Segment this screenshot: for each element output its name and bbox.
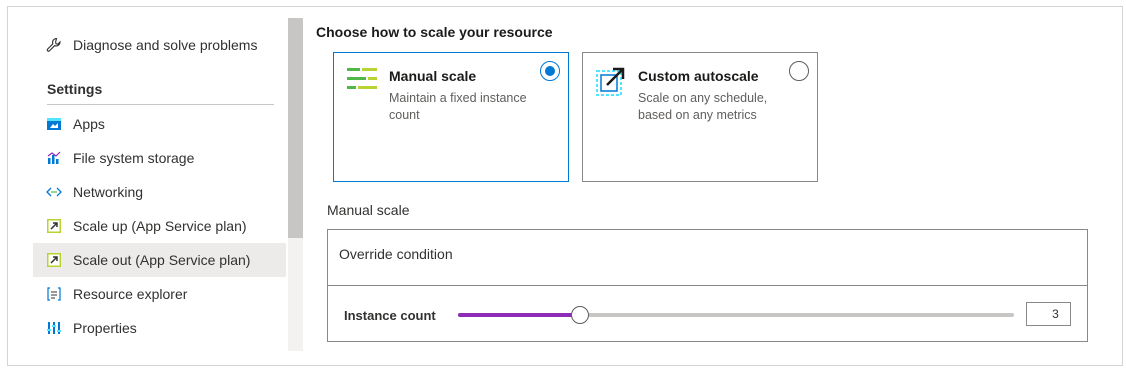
sidebar-item-properties[interactable]: Properties: [33, 311, 286, 345]
custom-autoscale-option[interactable]: Custom autoscale Scale on any schedule, …: [582, 52, 818, 182]
settings-section-title: Settings: [47, 81, 103, 97]
manual-scale-radio[interactable]: [540, 61, 560, 81]
custom-autoscale-icon: [595, 65, 627, 97]
option-title: Custom autoscale: [638, 68, 759, 84]
wrench-icon: [46, 37, 62, 53]
sidebar-item-label: Apps: [73, 116, 105, 132]
instance-count-label: Instance count: [344, 308, 436, 323]
page-title: Choose how to scale your resource: [316, 24, 553, 40]
manual-scale-icon: [346, 65, 378, 97]
override-condition-label: Override condition: [339, 246, 453, 262]
sidebar-item-label: Diagnose and solve problems: [73, 37, 258, 53]
sidebar-item-label: Networking: [73, 184, 144, 200]
slider-thumb[interactable]: [571, 306, 589, 324]
scrollbar-thumb[interactable]: [288, 18, 303, 238]
option-title: Manual scale: [389, 68, 477, 84]
option-description: Scale on any schedule, based on any metr…: [638, 91, 768, 122]
sidebar-item-label: Resource explorer: [73, 286, 188, 302]
sidebar-nav: Diagnose and solve problems Settings App…: [33, 18, 286, 358]
properties-icon: [46, 320, 62, 336]
instance-count-input[interactable]: 3: [1026, 302, 1071, 326]
networking-icon: [46, 184, 62, 200]
sidebar-item-diagnose[interactable]: Diagnose and solve problems: [33, 28, 286, 62]
sidebar-scrollbar[interactable]: [288, 18, 303, 351]
sidebar-item-resource-explorer[interactable]: Resource explorer: [33, 277, 286, 311]
option-description: Maintain a fixed instance count: [389, 91, 527, 122]
sidebar-item-file-system-storage[interactable]: File system storage: [33, 141, 286, 175]
scale-out-icon: [46, 252, 62, 268]
instance-count-slider[interactable]: [458, 306, 1014, 324]
sidebar-item-label: Scale up (App Service plan): [73, 218, 247, 234]
slider-fill: [458, 313, 580, 317]
sidebar-item-scale-up[interactable]: Scale up (App Service plan): [33, 209, 286, 243]
sidebar-item-networking[interactable]: Networking: [33, 175, 286, 209]
scale-condition-panel: Override condition Instance count 3: [327, 229, 1088, 342]
section-divider: [47, 104, 274, 105]
sidebar-item-label: Scale out (App Service plan): [73, 252, 251, 268]
custom-autoscale-radio[interactable]: [789, 61, 809, 81]
storage-chart-icon: [46, 150, 62, 166]
sidebar-item-scale-out[interactable]: Scale out (App Service plan): [33, 243, 286, 277]
sidebar-item-label: Properties: [73, 320, 137, 336]
apps-icon: [46, 116, 62, 132]
sidebar-item-label: File system storage: [73, 150, 195, 166]
panel-divider: [328, 285, 1087, 286]
resource-explorer-icon: [46, 286, 62, 302]
scale-up-icon: [46, 218, 62, 234]
manual-scale-section-label: Manual scale: [327, 202, 410, 218]
sidebar-item-apps[interactable]: Apps: [33, 107, 286, 141]
manual-scale-option[interactable]: Manual scale Maintain a fixed instance c…: [333, 52, 569, 182]
